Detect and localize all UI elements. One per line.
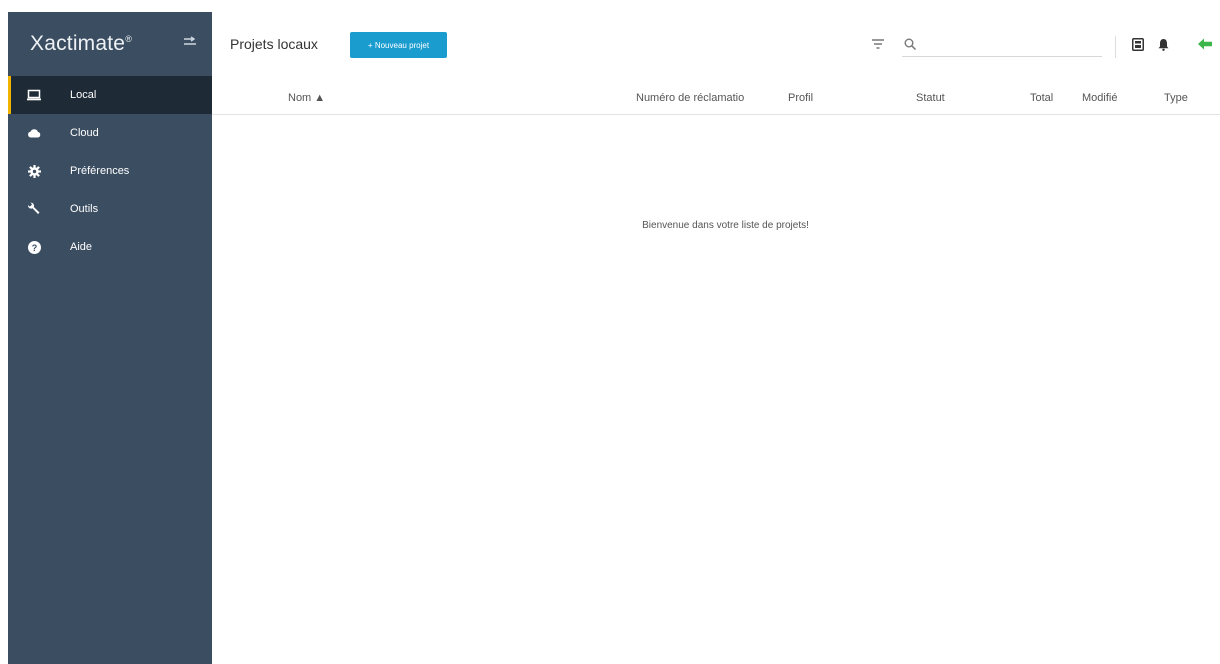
sidebar: Xactimate® Local Cloud Préférences Outil… <box>8 12 212 664</box>
search-icon[interactable] <box>904 38 916 50</box>
sidebar-item-help[interactable]: ? Aide <box>8 228 212 266</box>
sidebar-item-label: Cloud <box>70 127 99 139</box>
brand-name: Xactimate <box>30 32 126 55</box>
laptop-icon <box>26 87 42 103</box>
calculator-icon[interactable] <box>1132 38 1144 51</box>
sync-status-icon[interactable] <box>1198 38 1212 50</box>
top-bar: Projets locaux + Nouveau projet <box>212 22 1220 66</box>
page-title: Projets locaux <box>230 36 318 52</box>
column-header-claim-number[interactable]: Numéro de réclamatio <box>636 92 744 104</box>
svg-text:?: ? <box>31 243 37 253</box>
column-header-total[interactable]: Total <box>1030 92 1053 104</box>
column-header-modified[interactable]: Modifié <box>1082 92 1117 104</box>
search-box <box>902 34 1102 57</box>
collapse-sidebar-icon[interactable] <box>183 36 197 48</box>
wrench-icon <box>26 201 42 217</box>
search-input[interactable] <box>924 36 1098 54</box>
sidebar-item-label: Outils <box>70 203 99 215</box>
empty-state-title: Bienvenue dans votre liste de projets! <box>642 220 809 231</box>
bell-icon[interactable] <box>1158 38 1169 51</box>
filter-icon[interactable] <box>872 39 884 49</box>
sidebar-item-cloud[interactable]: Cloud <box>8 114 212 152</box>
new-project-button[interactable]: + Nouveau projet <box>350 32 447 58</box>
sidebar-item-label: Aide <box>70 241 93 253</box>
brand: Xactimate® <box>8 12 212 76</box>
sidebar-nav: Local Cloud Préférences Outils ? Aide <box>8 76 212 266</box>
gear-icon <box>26 163 42 179</box>
brand-mark: ® <box>125 34 133 44</box>
help-icon: ? <box>26 239 42 255</box>
empty-state: Bienvenue dans votre liste de projets! <box>608 220 843 241</box>
project-table-header: Nom ▲ Numéro de réclamatio Profil Statut… <box>212 80 1220 115</box>
sidebar-item-tools[interactable]: Outils <box>8 190 212 228</box>
toolbar-divider <box>1115 36 1116 58</box>
sidebar-item-local[interactable]: Local <box>8 76 212 114</box>
column-header-name[interactable]: Nom ▲ <box>288 92 325 104</box>
sidebar-item-label: Local <box>70 89 97 101</box>
column-header-status[interactable]: Statut <box>916 92 945 104</box>
cloud-icon <box>26 125 42 141</box>
column-header-type[interactable]: Type <box>1164 92 1188 104</box>
brand-logo: Xactimate® <box>30 32 132 56</box>
sidebar-item-label: Préférences <box>70 165 130 177</box>
sidebar-item-preferences[interactable]: Préférences <box>8 152 212 190</box>
column-header-profile[interactable]: Profil <box>788 92 813 104</box>
